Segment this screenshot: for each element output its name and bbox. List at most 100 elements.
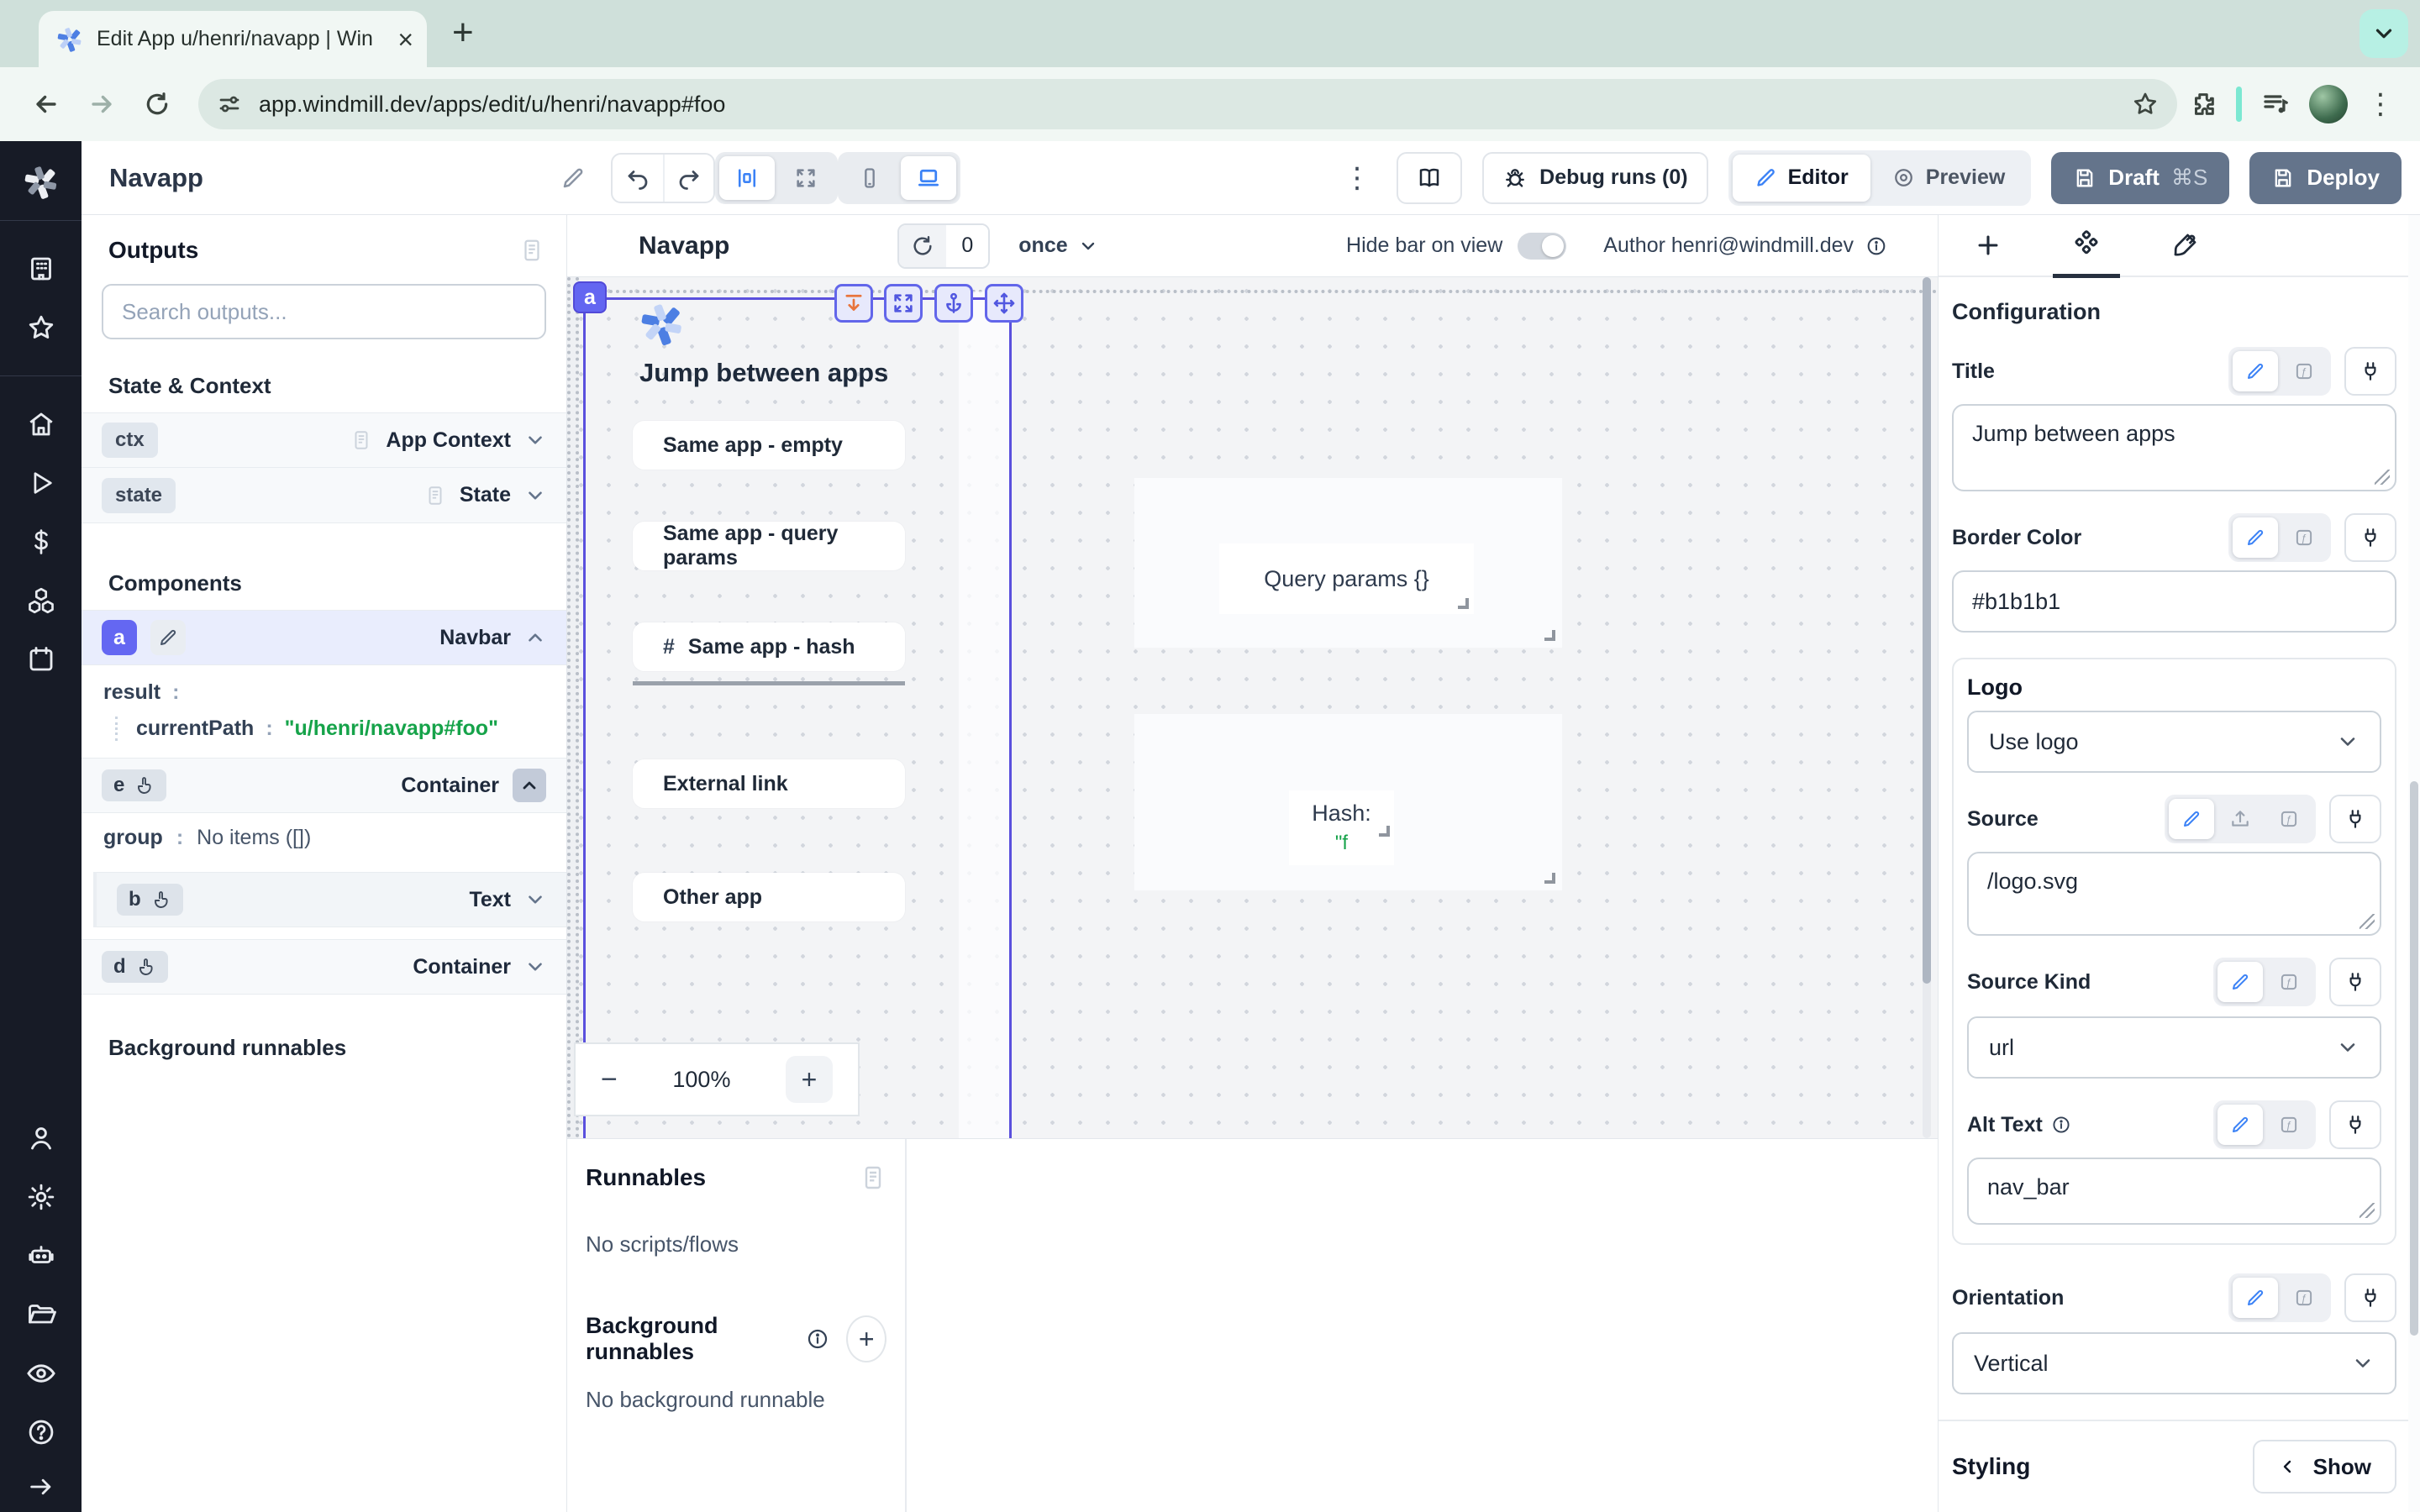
browser-menu-kebab-icon[interactable]: ⋮ xyxy=(2366,87,2395,121)
selection-border-left[interactable] xyxy=(583,297,586,1138)
hide-bar-toggle[interactable] xyxy=(1518,233,1566,260)
chevron-down-icon[interactable] xyxy=(524,956,546,978)
profile-avatar[interactable] xyxy=(2309,85,2348,123)
move-component-icon[interactable] xyxy=(985,284,1023,323)
sidebar-item-audit-eye-icon[interactable] xyxy=(25,1344,57,1403)
component-settings-tab-icon[interactable] xyxy=(2071,214,2102,276)
function-f-icon[interactable]: ƒ xyxy=(2281,517,2327,558)
chevron-down-icon[interactable] xyxy=(524,485,546,507)
static-pencil-icon[interactable] xyxy=(2169,799,2214,839)
upload-icon[interactable] xyxy=(2217,799,2263,839)
sidebar-item-workspace-icon[interactable] xyxy=(26,239,56,298)
deploy-button[interactable]: Deploy xyxy=(2249,152,2402,204)
nav-link-external[interactable]: External link xyxy=(633,759,905,808)
component-row-container-e[interactable]: e Container xyxy=(82,758,566,813)
full-width-expand-icon[interactable] xyxy=(778,156,834,200)
selected-component-tab[interactable]: a xyxy=(573,281,607,313)
window-scrollbar[interactable] xyxy=(2408,215,2420,1512)
chevron-down-icon[interactable] xyxy=(524,889,546,911)
undo-icon[interactable] xyxy=(613,155,663,202)
tab-search-chevron-icon[interactable] xyxy=(2360,9,2408,58)
refresh-control[interactable]: 0 xyxy=(897,223,990,269)
extensions-puzzle-icon[interactable] xyxy=(2189,90,2217,118)
query-params-container[interactable]: Query params {} xyxy=(1134,478,1562,648)
sidebar-collapse-arrow-icon[interactable] xyxy=(27,1462,55,1512)
source-textarea[interactable]: /logo.svg xyxy=(1967,852,2381,936)
sidebar-item-resources-icon[interactable] xyxy=(26,571,56,630)
orientation-select[interactable]: Vertical xyxy=(1952,1332,2396,1394)
sidebar-item-workers-robot-icon[interactable] xyxy=(26,1226,56,1285)
ctx-row[interactable]: ctx App Context xyxy=(82,412,566,468)
anchor-icon[interactable] xyxy=(934,284,973,323)
reload-icon[interactable] xyxy=(138,91,176,118)
desktop-laptop-icon[interactable] xyxy=(901,156,956,200)
url-bar[interactable]: app.windmill.dev/apps/edit/u/henri/navap… xyxy=(198,79,2177,129)
source-kind-select[interactable]: url xyxy=(1967,1016,2381,1079)
sidebar-item-runs-icon[interactable] xyxy=(27,454,55,512)
styling-tab-brush-icon[interactable] xyxy=(2170,214,2199,276)
doc-list-icon[interactable] xyxy=(519,238,544,263)
resize-handle[interactable] xyxy=(1379,826,1390,837)
move-to-top-icon[interactable] xyxy=(834,284,873,323)
info-icon[interactable] xyxy=(2051,1115,2071,1135)
static-pencil-icon[interactable] xyxy=(2233,517,2278,558)
toolbar-kebab-icon[interactable]: ⋮ xyxy=(1343,161,1371,195)
connect-plug-icon[interactable] xyxy=(2344,347,2396,396)
function-f-icon[interactable]: ƒ xyxy=(2266,799,2312,839)
chevron-up-icon[interactable] xyxy=(524,627,546,648)
editor-tab[interactable]: Editor xyxy=(1733,155,1870,202)
resize-handle[interactable] xyxy=(1544,630,1555,641)
app-canvas[interactable]: a Jump between apps Same app - empty Sam… xyxy=(567,277,1938,1138)
connect-plug-icon[interactable] xyxy=(2329,795,2381,843)
forward-icon[interactable] xyxy=(82,90,121,118)
component-row-container-d[interactable]: d Container xyxy=(82,939,566,995)
expand-component-icon[interactable] xyxy=(884,284,923,323)
current-path-row[interactable]: currentPath: "u/henri/navapp#foo" xyxy=(115,717,544,741)
sidebar-item-schedules-icon[interactable] xyxy=(26,630,56,689)
zoom-out-button[interactable]: − xyxy=(601,1063,618,1096)
rename-pencil-icon[interactable] xyxy=(560,165,586,191)
browser-tab[interactable]: Edit App u/henri/navapp | Win × xyxy=(39,11,427,67)
new-tab-button[interactable]: + xyxy=(452,12,474,54)
search-outputs-input[interactable] xyxy=(120,298,528,326)
static-pencil-icon[interactable] xyxy=(2217,962,2263,1002)
url-text[interactable]: app.windmill.dev/apps/edit/u/henri/navap… xyxy=(259,92,2115,118)
function-f-icon[interactable]: ƒ xyxy=(2266,1105,2312,1145)
hash-text-box[interactable]: Hash: "f xyxy=(1289,790,1394,865)
canvas-scrollbar[interactable] xyxy=(1923,277,1931,1138)
hash-container[interactable]: Hash: "f xyxy=(1134,714,1562,890)
windmill-logo-icon[interactable] xyxy=(22,163,60,202)
container-d-badge[interactable]: d xyxy=(102,951,168,983)
debug-runs-button[interactable]: Debug runs (0) xyxy=(1482,152,1707,204)
sidebar-item-users-icon[interactable] xyxy=(26,1109,56,1168)
preview-tab[interactable]: Preview xyxy=(1870,155,2028,202)
state-row[interactable]: state State xyxy=(82,468,566,523)
redo-icon[interactable] xyxy=(663,155,713,202)
text-b-badge[interactable]: b xyxy=(117,884,183,916)
connect-plug-icon[interactable] xyxy=(2329,1100,2381,1149)
draft-button[interactable]: Draft ⌘S xyxy=(2051,152,2229,204)
chevron-down-icon[interactable] xyxy=(524,429,546,451)
centered-layout-icon[interactable] xyxy=(719,156,775,200)
mobile-phone-icon[interactable] xyxy=(842,156,897,200)
resize-handle[interactable] xyxy=(1458,598,1469,609)
resize-handle[interactable] xyxy=(1544,873,1555,884)
insert-component-tab-plus-icon[interactable] xyxy=(1974,214,2002,276)
back-icon[interactable] xyxy=(27,90,66,118)
function-f-icon[interactable]: ƒ xyxy=(2266,962,2312,1002)
static-pencil-icon[interactable] xyxy=(2233,1278,2278,1318)
static-pencil-icon[interactable] xyxy=(2233,351,2278,391)
container-e-badge[interactable]: e xyxy=(102,769,166,801)
function-f-icon[interactable]: ƒ xyxy=(2281,351,2327,391)
sidebar-item-favorites-icon[interactable] xyxy=(26,298,56,357)
info-icon[interactable] xyxy=(806,1327,829,1351)
component-row-navbar[interactable]: a Navbar xyxy=(82,610,566,665)
sidebar-item-home-icon[interactable] xyxy=(26,395,56,454)
tune-sliders-icon[interactable] xyxy=(217,92,242,117)
function-f-icon[interactable]: ƒ xyxy=(2281,1278,2327,1318)
refresh-mode-dropdown[interactable]: once xyxy=(1018,234,1097,258)
title-textarea[interactable]: Jump between apps xyxy=(1952,404,2396,491)
nav-link-same-app-hash[interactable]: # Same app - hash xyxy=(633,622,905,671)
logo-select[interactable]: Use logo xyxy=(1967,711,2381,773)
static-pencil-icon[interactable] xyxy=(2217,1105,2263,1145)
